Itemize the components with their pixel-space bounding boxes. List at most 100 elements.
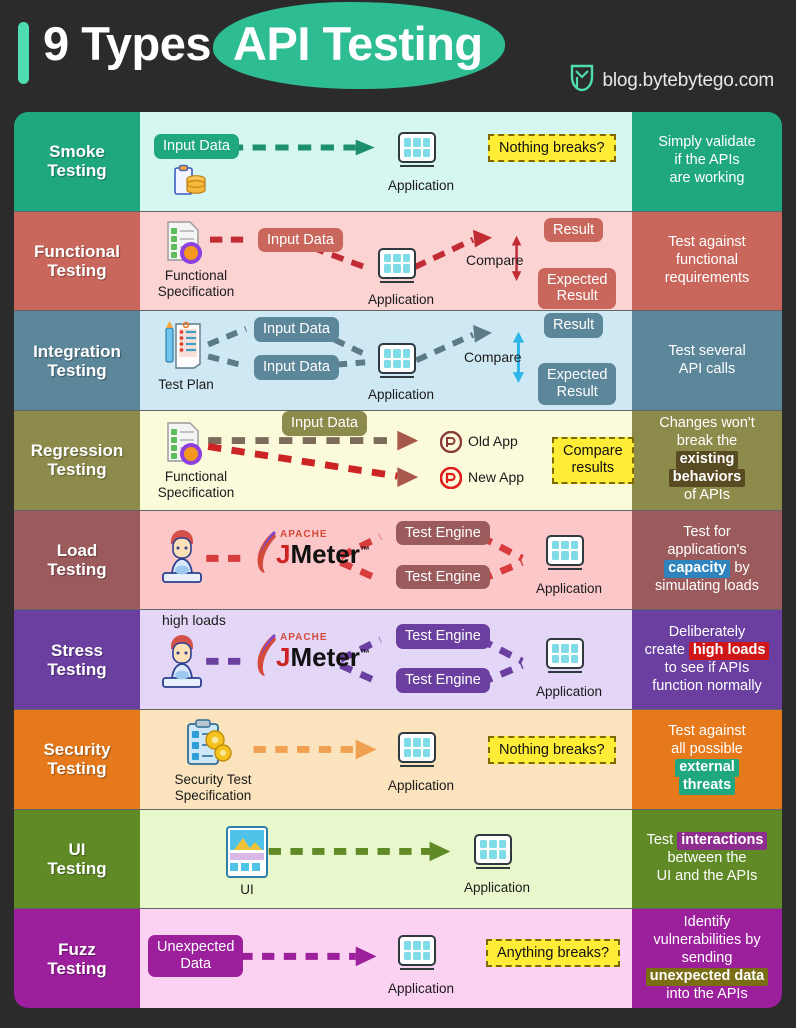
old-app-circle-icon — [439, 430, 463, 458]
diagram-integration: Test Plan Input Data Input Data Applicat… — [140, 311, 632, 411]
table-row: Regression Testing Functional Specificat… — [14, 411, 782, 511]
test-engine-pill-2: Test Engine — [396, 668, 490, 694]
security-spec-caption: Security Test Specification — [158, 772, 268, 804]
desc-line: Test several — [668, 342, 746, 359]
title-accent-bar — [18, 22, 29, 84]
type-cell-functional: Functional Testing — [14, 211, 140, 311]
diagram-smoke: Input Data Application Nothing breaks? — [140, 112, 632, 211]
diagram-regression: Functional Specification Input Data Old … — [140, 411, 634, 510]
desc-line: Changes won't — [659, 415, 755, 432]
desc-cell-load: Test for application's capacity by simul… — [632, 510, 782, 610]
desc-cell-stress: Deliberately create high loads to see if… — [632, 610, 782, 710]
table-row: Fuzz Testing Unexpected Data Application… — [14, 909, 782, 1008]
application-monitor-icon — [378, 343, 422, 385]
desc-line: Deliberately — [668, 623, 746, 640]
desc-cell-security: Test against all possible external threa… — [632, 710, 782, 809]
compare-label: Compare — [466, 251, 524, 268]
caption-line: Functional — [164, 267, 228, 283]
application-monitor-icon — [546, 638, 590, 680]
diagram-ui: UI Application — [140, 809, 632, 909]
api-testing-table: Smoke Testing Input Data Application Not… — [14, 112, 782, 1008]
application-caption: Application — [367, 291, 435, 307]
jmeter-brand-label: JMeter™ — [276, 538, 370, 569]
table-row: UI Testing UI Application Test interacti… — [14, 809, 782, 910]
high-loads-label: high loads — [162, 612, 226, 629]
user-laptop-icon — [158, 525, 206, 592]
desc-after-highlight: by — [730, 560, 750, 577]
caption-line: Specification — [157, 484, 235, 500]
brand[interactable]: blog.bytebytego.com — [569, 63, 774, 98]
desc-cell-integration: Test several API calls — [632, 311, 782, 411]
desc-line: requirements — [664, 269, 750, 286]
application-caption: Application — [535, 684, 603, 700]
desc-cell-fuzz: Identify vulnerabilities by sending unex… — [632, 909, 782, 1008]
test-engine-pill-1: Test Engine — [396, 624, 490, 650]
compare-label: Compare — [464, 349, 522, 366]
caption-line: Functional — [164, 469, 228, 485]
desc-line-with-highlight: capacity by — [664, 560, 750, 578]
desc-line: Simply validate — [658, 134, 756, 151]
desc-line: application's — [667, 542, 747, 559]
compare-results-note: Compare results — [552, 437, 634, 484]
desc-line: simulating loads — [655, 577, 759, 594]
unexpected-data-pill: Unexpected Data — [148, 935, 244, 977]
desc-line: Test for — [683, 524, 731, 541]
input-data-pill: Input Data — [154, 134, 239, 159]
desc-line-with-highlight: Test interactions — [646, 832, 768, 851]
application-monitor-icon — [378, 247, 422, 290]
desc-line: are working — [669, 170, 745, 187]
title-plain-text: 9 Types — [43, 17, 212, 70]
input-data-pill-2: Input Data — [254, 355, 339, 381]
application-caption: Application — [367, 387, 435, 403]
input-data-pill-1: Input Data — [254, 317, 339, 343]
desc-cell-smoke: Simply validate if the APIs are working — [632, 112, 782, 211]
application-monitor-icon — [474, 833, 518, 876]
desc-line: API calls — [678, 360, 736, 377]
application-caption: Application — [387, 178, 455, 193]
user-laptop-icon — [158, 630, 206, 697]
diagram-load: APACHE JMeter™ Test Engine Test Engine A… — [140, 510, 632, 610]
jmeter-meter-text: Meter — [290, 538, 360, 569]
type-cell-regression: Regression Testing — [14, 411, 140, 510]
pill-line: Result — [556, 384, 598, 401]
test-plan-caption: Test Plan — [158, 377, 214, 393]
pill-line: Result — [556, 288, 598, 305]
desc-highlight: interactions — [677, 832, 768, 851]
desc-line: vulnerabilities by — [653, 931, 761, 948]
desc-line: between the — [667, 850, 747, 867]
application-monitor-icon — [398, 732, 442, 774]
jmeter-brand-label: JMeter™ — [276, 642, 370, 673]
input-data-pill: Input Data — [258, 227, 343, 253]
page-title: 9 Types API Testing — [43, 2, 505, 89]
pill-line: Unexpected — [157, 939, 235, 956]
note-line: results — [571, 460, 615, 477]
nothing-breaks-note: Nothing breaks? — [488, 736, 616, 765]
application-caption: Application — [463, 879, 531, 895]
desc-line: Identify — [683, 913, 731, 930]
page-header: 9 Types API Testing blog.bytebytego.com — [0, 0, 796, 112]
table-row: Security Testing Security Test Specifica… — [14, 710, 782, 810]
type-cell-integration: Integration Testing — [14, 311, 140, 411]
desc-cell-ui: Test interactions between the UI and the… — [632, 809, 782, 909]
pill-line: Expected — [547, 367, 608, 384]
jmeter-tm: ™ — [359, 545, 370, 557]
type-cell-load: Load Testing — [14, 510, 140, 610]
desc-line: if the APIs — [674, 152, 740, 169]
ui-caption: UI — [240, 881, 254, 897]
expected-result-pill: Expected Result — [538, 267, 617, 310]
type-cell-smoke: Smoke Testing — [14, 112, 140, 211]
expected-result-pill: Expected Result — [538, 363, 617, 405]
functional-spec-caption: Functional Specification — [142, 268, 250, 300]
type-cell-ui: UI Testing — [14, 809, 140, 909]
application-monitor-icon — [546, 534, 590, 577]
bytebytego-logo-icon — [569, 63, 595, 98]
diagram-stress: high loads APACHE JMeter™ Test Engine Te… — [140, 610, 632, 710]
anything-breaks-note: Anything breaks? — [486, 939, 621, 968]
desc-prefix: create — [644, 641, 689, 658]
table-row: Integration Testing Test Plan Input Data… — [14, 311, 782, 412]
test-engine-pill-2: Test Engine — [396, 564, 490, 590]
new-app-label: New App — [468, 469, 525, 486]
table-row: Functional Testing Functional Specificat… — [14, 211, 782, 312]
desc-line: UI and the APIs — [656, 868, 758, 885]
desc-prefix: Test — [646, 832, 678, 849]
